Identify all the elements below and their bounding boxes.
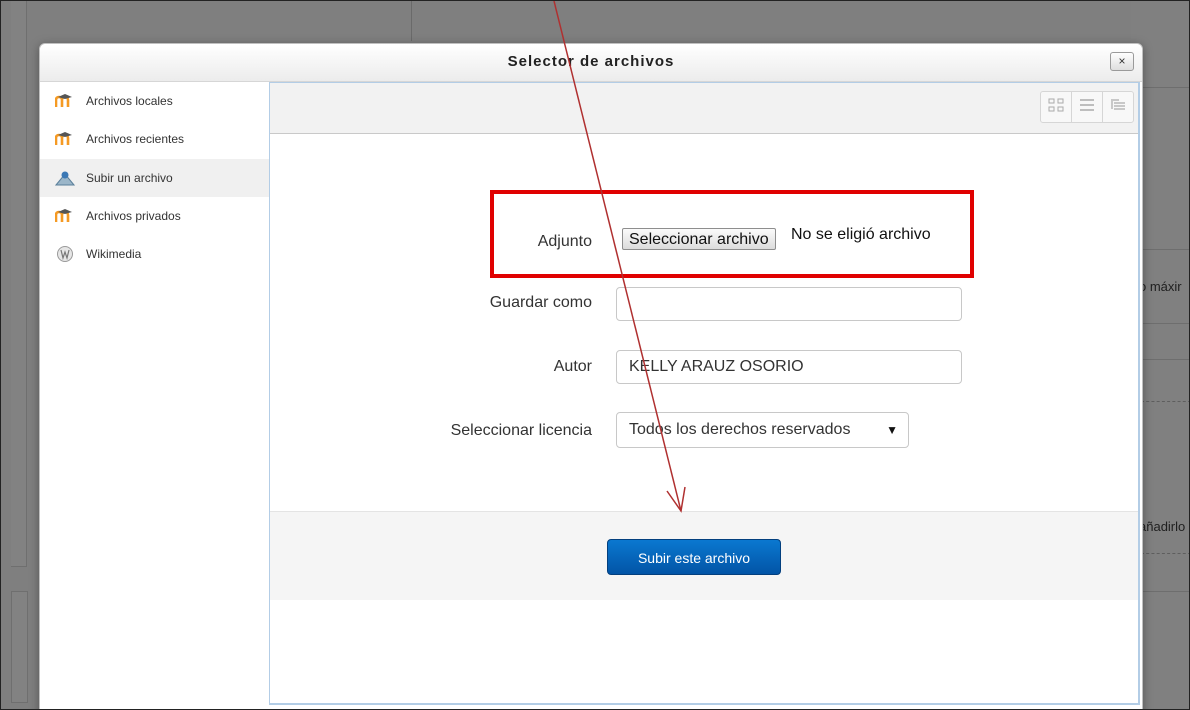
- upload-panel: Adjunto Seleccionar archivo No se eligió…: [269, 82, 1140, 705]
- background-line: [1141, 249, 1189, 250]
- background-partial-text: o máxir: [1139, 279, 1182, 294]
- background-dashed-line: [1141, 401, 1189, 402]
- author-label: Autor: [553, 358, 592, 375]
- sidebar-item-label: Subir un archivo: [86, 171, 173, 185]
- background-line: [1141, 87, 1189, 88]
- background-left-column: [11, 1, 27, 567]
- red-highlight-box: [490, 190, 974, 278]
- license-label: Seleccionar licencia: [450, 422, 592, 439]
- sidebar-item-archivos-recientes[interactable]: Archivos recientes: [40, 120, 269, 158]
- view-toggle-group: [1040, 91, 1134, 123]
- file-toolbar: [270, 83, 1138, 134]
- save-as-label: Guardar como: [489, 294, 592, 311]
- moodle-icon: [55, 207, 75, 225]
- screenshot-frame: o máxir añadirlo Selector de archivos × …: [0, 0, 1190, 710]
- background-dashed-line: [1141, 553, 1189, 554]
- sidebar-item-label: Wikimedia: [86, 247, 142, 261]
- repository-sidebar: Archivos locales Archivos recientes Subi…: [40, 82, 269, 709]
- sidebar-item-archivos-privados[interactable]: Archivos privados: [40, 197, 269, 235]
- sidebar-item-label: Archivos locales: [86, 94, 173, 108]
- sidebar-item-label: Archivos privados: [86, 209, 181, 223]
- grid-view-icon: [1048, 98, 1064, 117]
- save-as-input[interactable]: [616, 287, 962, 321]
- sidebar-item-label: Archivos recientes: [86, 132, 185, 146]
- upload-footer: Subir este archivo: [270, 511, 1138, 600]
- close-button[interactable]: ×: [1110, 52, 1134, 71]
- sidebar-item-subir-un-archivo[interactable]: Subir un archivo: [40, 159, 269, 197]
- list-view-button[interactable]: [1072, 92, 1103, 122]
- grid-view-button[interactable]: [1041, 92, 1072, 122]
- close-icon: ×: [1118, 54, 1126, 68]
- background-line: [1141, 323, 1189, 324]
- tree-view-icon: [1110, 98, 1126, 117]
- upload-file-button[interactable]: Subir este archivo: [607, 539, 781, 575]
- tree-view-button[interactable]: [1103, 92, 1133, 122]
- moodle-icon: [55, 92, 75, 110]
- dialog-header[interactable]: Selector de archivos ×: [40, 44, 1142, 82]
- file-picker-dialog: Selector de archivos × Archivos locales …: [39, 43, 1143, 709]
- author-input[interactable]: KELLY ARAUZ OSORIO: [616, 350, 962, 384]
- moodle-icon: [55, 130, 75, 148]
- license-select[interactable]: Todos los derechos reservados ▼: [616, 412, 909, 448]
- dialog-title: Selector de archivos: [507, 53, 675, 70]
- sidebar-item-archivos-locales[interactable]: Archivos locales: [40, 82, 269, 120]
- list-view-icon: [1079, 98, 1095, 117]
- background-line: [1141, 591, 1189, 592]
- background-left-block: [11, 591, 28, 703]
- upload-icon: [55, 169, 75, 187]
- background-partial-text: añadirlo: [1139, 519, 1186, 534]
- background-divider: [411, 1, 412, 41]
- chevron-down-icon: ▼: [886, 423, 898, 437]
- license-select-value: Todos los derechos reservados: [629, 421, 851, 438]
- wikimedia-icon: [55, 245, 75, 263]
- sidebar-item-wikimedia[interactable]: Wikimedia: [40, 235, 269, 273]
- background-line: [1141, 359, 1189, 360]
